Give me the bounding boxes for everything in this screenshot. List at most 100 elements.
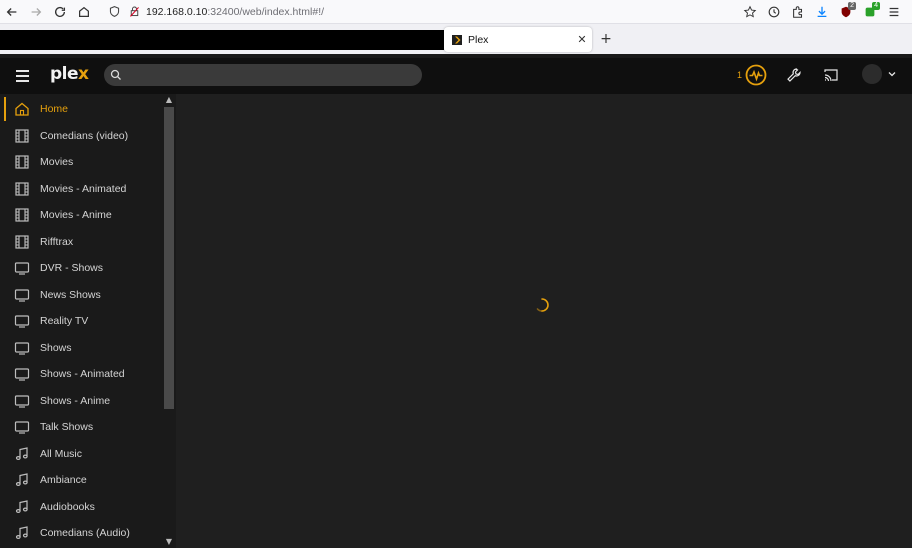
tv-icon — [13, 339, 31, 357]
sidebar-item-label: Rifftrax — [40, 235, 74, 248]
plex-logo[interactable]: plex — [50, 64, 89, 84]
address-bar[interactable]: 192.168.0.10:32400/web/index.html#!/ — [106, 1, 324, 23]
sidebar-item-label: Talk Shows — [40, 421, 94, 433]
new-tab-button[interactable]: + — [596, 29, 616, 49]
reload-icon — [54, 6, 66, 17]
music-icon — [13, 471, 31, 489]
home-icon — [13, 100, 31, 118]
sidebar-item-label: Movies - Animated — [40, 182, 127, 195]
chevron-down-icon — [888, 72, 896, 77]
search-icon — [110, 69, 121, 80]
clock-icon — [768, 6, 780, 18]
film-icon — [13, 153, 31, 171]
sidebar-item-home[interactable]: Home — [4, 97, 162, 121]
puzzle-icon — [793, 6, 803, 18]
tab-strip: Plex ✕ + — [0, 24, 912, 54]
user-menu-button[interactable] — [862, 64, 898, 84]
hamburger-menu-button[interactable] — [10, 66, 34, 86]
settings-button[interactable] — [783, 64, 805, 86]
music-icon — [13, 524, 31, 542]
sidebar-item-rifftrax[interactable]: Rifftrax — [4, 230, 162, 254]
forward-arrow-icon — [31, 7, 42, 16]
sidebar-item-news-shows[interactable]: News Shows — [4, 283, 162, 307]
cast-icon — [824, 69, 838, 82]
sidebar-item-label: All Music — [40, 447, 83, 460]
tv-icon — [13, 259, 31, 277]
sidebar-item-movies-anime[interactable]: Movies - Anime — [4, 203, 162, 227]
extension-button[interactable]: 4 — [858, 1, 882, 23]
sidebar-item-reality-tv[interactable]: Reality TV — [4, 309, 162, 333]
sidebar-item-movies-animated[interactable]: Movies - Animated — [4, 177, 162, 201]
url-text[interactable]: 192.168.0.10:32400/web/index.html#!/ — [146, 6, 324, 18]
sidebar-item-comedians-audio[interactable]: Comedians (Audio) — [4, 521, 162, 545]
sidebar-item-label: Movies - Anime — [40, 209, 112, 221]
music-icon — [13, 498, 31, 516]
plex-header: plex 1 — [0, 54, 912, 94]
sidebar-item-label: Ambiance — [40, 474, 87, 486]
sidebar-item-shows[interactable]: Shows — [4, 336, 162, 360]
film-icon — [13, 180, 31, 198]
plex-favicon-icon — [452, 34, 462, 45]
sidebar-item-label: Comedians (video) — [40, 129, 129, 142]
search-bar[interactable] — [104, 64, 422, 86]
scroll-thumb[interactable] — [164, 107, 174, 409]
sidebar-item-ambiance[interactable]: Ambiance — [4, 468, 162, 492]
tv-icon — [13, 286, 31, 304]
film-icon — [13, 233, 31, 251]
sidebar-item-shows-animated[interactable]: Shows - Animated — [4, 362, 162, 386]
tab-plex[interactable]: Plex ✕ — [444, 27, 592, 52]
avatar — [862, 64, 882, 84]
sidebar-item-label: Home — [40, 103, 69, 115]
search-input[interactable] — [128, 69, 418, 81]
sidebar-item-audiobooks[interactable]: Audiobooks — [4, 495, 162, 519]
sidebar-scrollbar[interactable]: ▲ ▼ — [163, 94, 175, 548]
ublock-extension-button[interactable]: 2 — [834, 1, 858, 23]
tab-close-button[interactable]: ✕ — [572, 33, 592, 46]
sidebar-item-all-music[interactable]: All Music — [4, 442, 162, 466]
sidebar-item-shows-anime[interactable]: Shows - Anime — [4, 389, 162, 413]
scroll-up-arrow[interactable]: ▲ — [165, 96, 173, 104]
activity-count: 1 — [737, 70, 743, 80]
sidebar-item-label: Audiobooks — [40, 500, 95, 513]
activity-pulse-icon — [745, 64, 767, 86]
loading-spinner-icon — [536, 298, 549, 312]
activity-button[interactable]: 1 — [737, 62, 767, 88]
back-button[interactable] — [0, 1, 24, 23]
sidebar-item-label: Shows — [40, 341, 72, 354]
sidebar-item-label: Comedians (Audio) — [40, 527, 130, 539]
forward-button[interactable] — [24, 1, 48, 23]
sidebar-item-dvr-shows[interactable]: DVR - Shows — [4, 256, 162, 280]
reload-button[interactable] — [48, 1, 72, 23]
sidebar-item-comedians-video[interactable]: Comedians (video) — [4, 124, 162, 148]
ublock-badge: 2 — [848, 2, 856, 10]
insecure-lock-icon[interactable] — [126, 4, 142, 20]
sidebar-item-label: Reality TV — [40, 315, 89, 327]
downloads-button[interactable] — [810, 1, 834, 23]
back-arrow-icon — [6, 7, 17, 16]
sidebar-item-label: Movies — [40, 156, 74, 168]
logo-text: ple — [50, 64, 79, 84]
extensions-button[interactable] — [786, 1, 810, 23]
home-icon — [79, 6, 89, 17]
bookmark-button[interactable] — [738, 1, 762, 23]
home-button[interactable] — [72, 1, 96, 23]
sidebar-item-label: Shows - Anime — [40, 394, 111, 407]
sidebar: Comedians (Audio) Audiobooks Ambiance All M… — [0, 94, 176, 548]
sidebar-item-label: News Shows — [40, 288, 101, 301]
browser-toolbar: 192.168.0.10:32400/web/index.html#!/ 2 4 — [0, 0, 912, 24]
tv-icon — [13, 418, 31, 436]
redacted-tabs — [0, 30, 444, 50]
tv-icon — [13, 365, 31, 383]
film-icon — [13, 206, 31, 224]
music-icon — [13, 445, 31, 463]
star-icon — [743, 5, 757, 18]
sidebar-item-label: Shows - Animated — [40, 368, 125, 380]
sidebar-item-movies[interactable]: Movies — [4, 150, 162, 174]
tracking-shield-icon[interactable] — [106, 4, 122, 20]
history-button[interactable] — [762, 1, 786, 23]
download-icon — [817, 6, 827, 18]
cast-button[interactable] — [820, 64, 842, 86]
app-menu-button[interactable] — [882, 1, 906, 23]
scroll-down-arrow[interactable]: ▼ — [165, 538, 173, 546]
sidebar-item-talk-shows[interactable]: Talk Shows — [4, 415, 162, 439]
